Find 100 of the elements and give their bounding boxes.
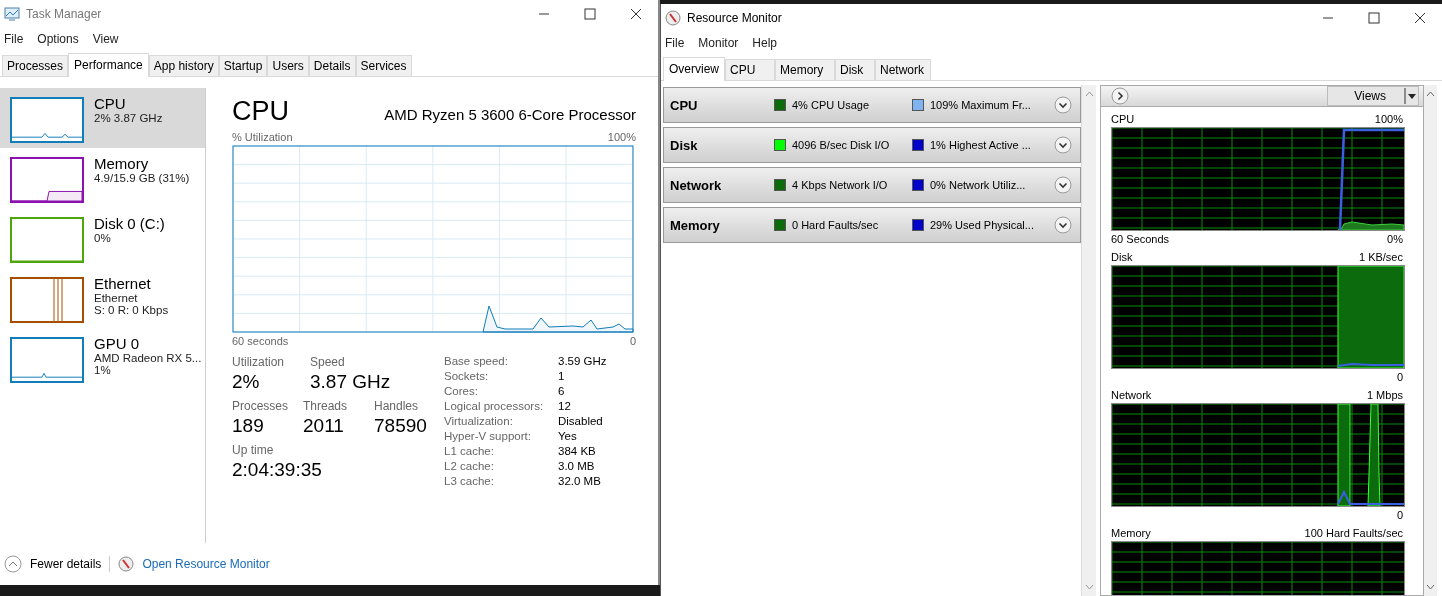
scroll-up-icon[interactable]	[1426, 91, 1435, 97]
device-name: GPU 0	[94, 335, 140, 352]
chevron-down-icon[interactable]	[1054, 176, 1072, 194]
spec-label: Virtualization:	[444, 415, 514, 427]
section-header[interactable]: Memory 0 Hard Faults/sec 29% Used Physical...	[663, 207, 1081, 243]
chart-min: 0	[629, 335, 636, 347]
tab[interactable]: Memory	[775, 59, 835, 80]
scroll-down-icon[interactable]	[1426, 584, 1435, 590]
maximize-icon[interactable]	[584, 8, 596, 20]
spec-label: L2 cache:	[444, 460, 495, 472]
tab[interactable]: Processes	[2, 55, 69, 76]
menu-item[interactable]: Monitor	[698, 36, 739, 50]
stat-label: Processes	[232, 399, 290, 413]
stat-value: 189	[232, 415, 265, 437]
stat-label: Utilization	[232, 355, 286, 369]
chevron-down-icon[interactable]	[1054, 136, 1072, 154]
spec-label: Cores:	[444, 385, 479, 397]
metric-text: 4 Kbps Network I/O	[792, 179, 888, 191]
spec-value: 1	[558, 370, 566, 382]
tab[interactable]: Network	[875, 59, 931, 80]
graph-min: 0	[1396, 509, 1403, 521]
menu-item[interactable]: File	[4, 32, 24, 46]
section-header[interactable]: CPU 4% CPU Usage 109% Maximum Fr...	[663, 87, 1081, 123]
device-reading: AMD Radeon RX 5...	[94, 352, 202, 364]
panel-title: CPU	[232, 96, 289, 127]
metric-text: 109% Maximum Fr...	[930, 99, 1031, 111]
tab[interactable]: Overview	[663, 57, 725, 81]
menu-item[interactable]: File	[665, 36, 685, 50]
spec-label: Hyper-V support:	[444, 430, 532, 442]
metric-text: 4% CPU Usage	[792, 99, 870, 111]
graph-span: 60 Seconds	[1111, 233, 1170, 245]
section-header[interactable]: Disk 4096 B/sec Disk I/O 1% Highest Active ...	[663, 127, 1081, 163]
menu-item[interactable]: View	[92, 32, 119, 46]
expand-right-icon[interactable]	[1111, 87, 1129, 105]
sidebar-item[interactable]: GPU 0 AMD Radeon RX 5... 1%	[0, 328, 205, 388]
device-reading: 1%	[94, 364, 112, 376]
graph-max: 1 KB/sec	[1358, 251, 1403, 263]
sidebar-item[interactable]: Ethernet Ethernet S: 0 R: 0 Kbps	[0, 268, 205, 328]
graph-max: 100 Hard Faults/sec	[1304, 527, 1403, 539]
tab[interactable]: CPU	[725, 59, 775, 80]
stat-label: Speed	[310, 355, 346, 369]
metric-text: 1% Highest Active ...	[930, 139, 1031, 151]
stat-label: Up time	[232, 443, 275, 457]
maximize-icon[interactable]	[1368, 12, 1380, 24]
views-button[interactable]: Views	[1327, 86, 1419, 106]
tab[interactable]: Startup	[218, 55, 268, 76]
sidebar-item[interactable]: Disk 0 (C:) 0%	[0, 208, 205, 268]
sidebar-item[interactable]: Memory 4.9/15.9 GB (31%)	[0, 148, 205, 208]
fewer-details-link[interactable]: Fewer details	[30, 557, 102, 571]
tab[interactable]: App history	[148, 55, 219, 76]
processor-name: AMD Ryzen 5 3600 6-Core Processor	[384, 106, 636, 123]
graph-title: CPU	[1111, 113, 1135, 125]
graph-min: 0%	[1387, 233, 1403, 245]
stat-value: 78590	[374, 415, 428, 437]
device-reading: 2% 3.87 GHz	[94, 112, 163, 124]
close-icon[interactable]	[630, 8, 642, 20]
spec-label: Sockets:	[444, 370, 490, 382]
graph-title: Memory	[1111, 527, 1151, 539]
device-reading: 4.9/15.9 GB (31%)	[94, 172, 190, 184]
metric-text: 0% Network Utiliz...	[930, 179, 1026, 191]
device-name: Ethernet	[94, 275, 152, 292]
stat-label: Threads	[303, 399, 349, 413]
stat-value: 2:04:39:35	[232, 459, 322, 481]
device-name: Disk 0 (C:)	[94, 215, 165, 232]
metric-text: 29% Used Physical...	[930, 219, 1034, 231]
chevron-down-icon[interactable]	[1054, 216, 1072, 234]
tab[interactable]: Users	[267, 55, 309, 76]
section-title: CPU	[670, 97, 699, 113]
close-icon[interactable]	[1414, 12, 1426, 24]
menu-item[interactable]: Options	[37, 32, 79, 46]
device-name: Memory	[94, 155, 150, 172]
chart-label: % Utilization	[232, 131, 293, 143]
device-reading: 0%	[94, 232, 112, 244]
spec-label: Logical processors:	[444, 400, 545, 412]
window-title: Resource Monitor	[687, 11, 783, 25]
graph-title: Disk	[1111, 251, 1133, 263]
menu-item[interactable]: Help	[752, 36, 778, 50]
stat-value: 2011	[303, 415, 345, 437]
tab[interactable]: Performance	[68, 53, 149, 77]
monitor-icon	[4, 7, 20, 21]
tab[interactable]: Disk	[835, 59, 875, 80]
spec-value: 32.0 MB	[558, 475, 602, 487]
spec-value: Disabled	[558, 415, 604, 427]
stat-label: Handles	[374, 399, 420, 413]
spec-value: 6	[558, 385, 566, 397]
resource-monitor-link[interactable]: Open Resource Monitor	[142, 557, 270, 571]
section-title: Memory	[670, 217, 721, 233]
section-header[interactable]: Network 4 Kbps Network I/O 0% Network Utiliz...	[663, 167, 1081, 203]
metric-text: 4096 B/sec Disk I/O	[792, 139, 890, 151]
collapse-icon[interactable]	[4, 555, 22, 573]
sidebar-item[interactable]: CPU 2% 3.87 GHz	[0, 88, 205, 148]
tab[interactable]: Details	[308, 55, 356, 76]
tab[interactable]: Services	[355, 55, 412, 76]
section-title: Disk	[670, 137, 699, 153]
spec-value: 384 KB	[558, 445, 597, 457]
graph-max: 100%	[1374, 113, 1403, 125]
chevron-down-icon[interactable]	[1054, 96, 1072, 114]
gauge-icon	[118, 556, 135, 572]
stat-value: 2%	[232, 371, 261, 393]
caret-down-icon[interactable]	[1404, 87, 1418, 105]
